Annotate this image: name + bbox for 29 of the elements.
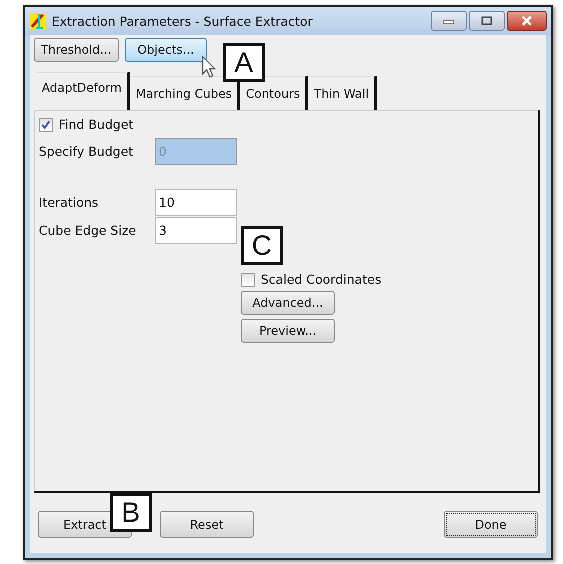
input-field[interactable]: 3 bbox=[155, 217, 237, 244]
panel-button[interactable]: Advanced... bbox=[241, 291, 335, 315]
checkbox[interactable] bbox=[39, 118, 53, 132]
field-label: Specify Budget bbox=[39, 144, 134, 159]
window-title: Extraction Parameters - Surface Extractor bbox=[52, 14, 314, 28]
app-icon bbox=[29, 12, 47, 30]
input-field[interactable]: 10 bbox=[155, 189, 237, 216]
field-label: Iterations bbox=[39, 195, 100, 210]
checkbox-label: Find Budget bbox=[59, 117, 134, 132]
minimize-button[interactable] bbox=[431, 11, 467, 31]
tab[interactable]: Thin Wall bbox=[308, 76, 378, 110]
callout-label: B bbox=[110, 493, 152, 532]
field-label: Cube Edge Size bbox=[39, 223, 138, 238]
callout-label: C bbox=[241, 226, 283, 265]
panel-button[interactable]: Preview... bbox=[241, 319, 335, 343]
checkbox-label: Scaled Coordinates bbox=[261, 272, 382, 287]
dialog-button[interactable]: Reset bbox=[160, 511, 254, 538]
toolbar-button[interactable]: Threshold... bbox=[34, 38, 119, 62]
toolbar-button[interactable]: Objects... bbox=[124, 38, 208, 62]
tab[interactable]: Marching Cubes bbox=[130, 76, 240, 110]
mouse-cursor-icon bbox=[202, 56, 218, 80]
maximize-button[interactable] bbox=[469, 11, 505, 31]
close-button[interactable] bbox=[507, 11, 547, 31]
close-icon bbox=[521, 16, 533, 26]
callout-label: A bbox=[223, 43, 265, 82]
dialog-button[interactable]: Done bbox=[444, 511, 538, 538]
checkbox[interactable] bbox=[241, 272, 255, 286]
maximize-icon bbox=[481, 16, 493, 26]
tab[interactable]: AdaptDeform bbox=[36, 72, 130, 110]
